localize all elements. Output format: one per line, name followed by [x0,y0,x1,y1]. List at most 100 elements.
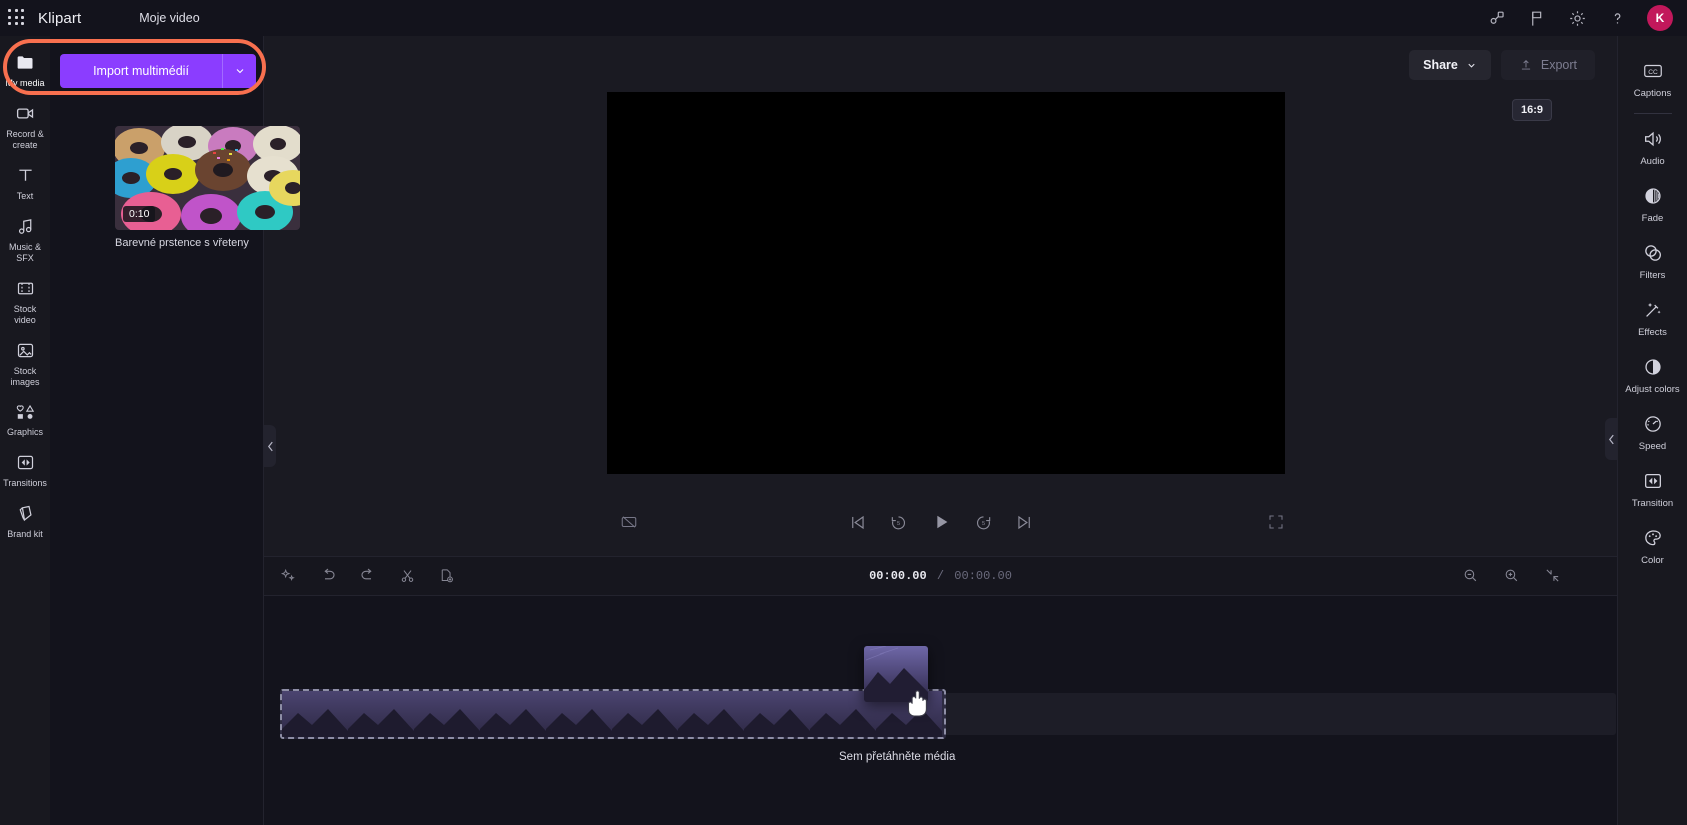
rewind-5s-icon[interactable]: 5 [889,513,908,532]
timeline-time-display: 00:00.00 / 00:00.00 [869,569,1012,583]
sidebar-item-graphics[interactable]: Graphics [0,394,50,444]
sidebar-item-stock-video[interactable]: Stock video [0,270,50,332]
left-sidebar: My media Record & create Text Music & SF… [0,36,50,825]
help-icon[interactable] [1607,8,1627,28]
sidebar-item-brand-kit[interactable]: Brand kit [0,495,50,546]
media-list: 0:10 Barevné prstence s vřeteny [115,126,300,249]
ghost-frame [612,691,678,737]
share-label: Share [1423,58,1458,72]
zoom-out-icon[interactable] [1462,567,1479,584]
svg-text:5: 5 [896,520,899,526]
forward-5s-icon[interactable]: 5 [974,513,993,532]
right-item-audio[interactable]: Audio [1618,118,1687,175]
apps-grid-icon[interactable] [8,9,26,27]
chevron-down-icon[interactable] [222,54,256,88]
sidebar-item-my-media[interactable]: My media [0,44,50,95]
export-label: Export [1540,58,1577,72]
total-time: 00:00.00 [954,569,1012,583]
skip-end-icon[interactable] [1015,513,1034,532]
undo-icon[interactable] [319,566,337,584]
media-thumbnail[interactable]: 0:10 [115,126,300,230]
import-media-row: Import multimédií [60,54,256,88]
right-item-captions[interactable]: CC Captions [1618,50,1687,107]
duplicate-icon[interactable] [438,566,455,584]
collapse-right-panel-handle[interactable] [1605,418,1617,460]
sidebar-item-label: My media [5,78,45,88]
right-item-speed[interactable]: Speed [1618,403,1687,460]
right-item-fade[interactable]: Fade [1618,175,1687,232]
aspect-ratio-badge[interactable]: 16:9 [1512,99,1552,121]
timeline-zoom-controls [1462,567,1561,584]
sidebar-item-music-sfx[interactable]: Music & SFX [0,208,50,270]
import-media-button[interactable]: Import multimédií [60,54,222,88]
right-item-label: Fade [1641,213,1664,224]
svg-text:CC: CC [1648,69,1658,76]
right-item-adjust-colors[interactable]: Adjust colors [1618,346,1687,403]
fullscreen-icon[interactable] [1267,513,1285,531]
ghost-frame [282,691,348,737]
skip-start-icon[interactable] [848,513,867,532]
flag-icon[interactable] [1527,8,1547,28]
fit-to-screen-icon[interactable] [1544,567,1561,584]
right-item-label: Speed [1638,441,1667,452]
sidebar-item-label: Music & SFX [8,242,41,263]
share-button[interactable]: Share [1409,50,1491,80]
chevron-down-icon [1466,60,1477,71]
right-item-label: Transition [1631,498,1674,509]
right-item-label: Audio [1640,156,1665,167]
upload-icon [1519,58,1533,72]
timeline-drop-hint: Sem přetáhněte média [839,751,956,763]
ghost-frame [678,691,744,737]
app-brand-name: Klipart [38,9,82,27]
magic-sparkle-icon[interactable] [280,566,297,584]
sidebar-item-label: Transitions [3,478,47,488]
sidebar-item-label: Record & create [6,129,44,150]
right-item-filters[interactable]: Filters [1618,232,1687,289]
redo-icon[interactable] [359,566,377,584]
right-item-label: Color [1641,555,1664,566]
share-node-icon[interactable] [1487,8,1507,28]
sidebar-item-record-create[interactable]: Record & create [0,95,50,157]
split-scissors-icon[interactable] [399,566,416,584]
timeline-tools [280,566,455,584]
export-button[interactable]: Export [1500,50,1595,80]
right-item-transition[interactable]: Transition [1618,460,1687,517]
timeline-body[interactable]: Sem přetáhněte média [264,596,1617,825]
sidebar-item-label: Brand kit [7,529,43,539]
project-title[interactable]: Moje video [139,11,199,25]
top-bar: Klipart Moje video K [0,0,1687,36]
right-item-label: Adjust colors [1625,384,1680,395]
media-duration-badge: 0:10 [123,206,156,222]
gear-icon[interactable] [1567,8,1587,28]
sidebar-item-transitions[interactable]: Transitions [0,444,50,495]
right-sidebar: CC Captions Audio Fade Filters Effects A… [1617,36,1687,825]
player-controls-bar: 5 5 [264,498,1617,546]
zoom-in-icon[interactable] [1503,567,1520,584]
sidebar-item-label: Stock video [13,304,37,325]
sidebar-item-text[interactable]: Text [0,157,50,208]
right-item-label: Captions [1633,88,1672,99]
right-rail-divider [1633,113,1672,114]
preview-area: 16:9 [264,36,1617,556]
right-item-color[interactable]: Color [1618,517,1687,574]
sidebar-item-label: Graphics [6,427,43,437]
play-icon[interactable] [930,511,952,533]
sidebar-item-label: Text [16,191,34,201]
captions-off-icon[interactable] [620,513,638,531]
svg-text:5: 5 [981,520,984,526]
avatar[interactable]: K [1647,5,1673,31]
ghost-frame [480,691,546,737]
sidebar-item-stock-images[interactable]: Stock images [0,332,50,394]
media-panel: Import multimédií 0:10 Barevné prstence … [50,36,300,825]
collapse-left-panel-handle[interactable] [264,425,276,467]
timeline-drop-zone[interactable] [280,689,946,739]
ghost-frame [546,691,612,737]
top-bar-actions: K [1487,5,1687,31]
right-item-effects[interactable]: Effects [1618,289,1687,346]
timeline-toolbar: 00:00.00 / 00:00.00 [264,556,1617,596]
ghost-frame [744,691,810,737]
sidebar-item-label: Stock images [10,366,40,387]
time-separator: / [936,569,945,583]
video-preview-stage[interactable] [607,92,1285,474]
right-item-label: Effects [1638,327,1667,338]
